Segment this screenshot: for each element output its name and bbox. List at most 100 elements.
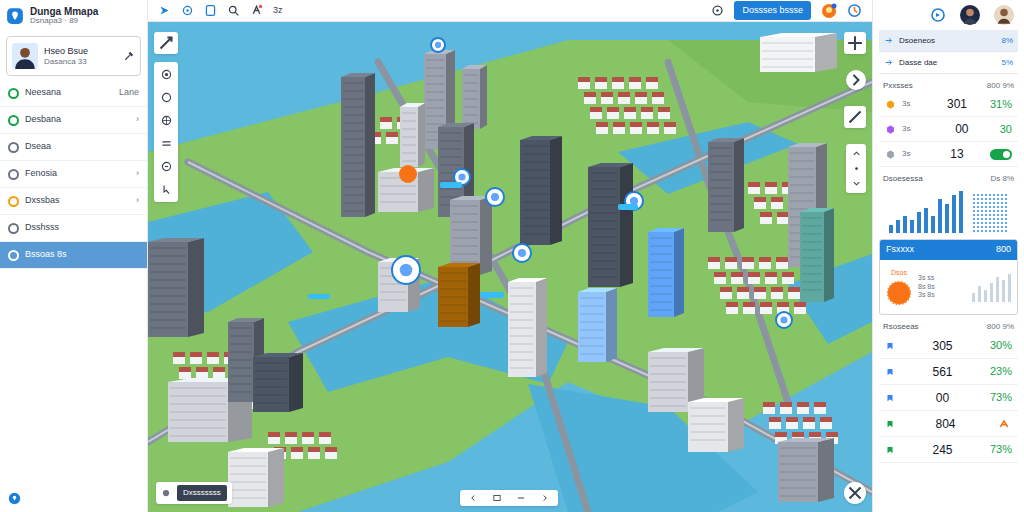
minus-icon[interactable] — [516, 493, 526, 503]
zoom-control — [846, 144, 866, 193]
prev-icon[interactable] — [468, 493, 478, 503]
app-header: Dunga MmapaDsnapa3 · 89 — [0, 0, 147, 32]
sidebar-item[interactable]: Desbana› — [0, 107, 147, 134]
ranking-pct: 73% — [990, 441, 1012, 458]
map-canvas[interactable]: Dxsssssss — [148, 22, 872, 512]
user-name: Hseo Bsue — [44, 46, 117, 56]
card-lines: 3s ss8s 8s3s 8s — [918, 274, 935, 299]
stat-icon — [885, 124, 896, 135]
route-marker-icon — [308, 294, 330, 299]
draw-icon[interactable] — [844, 106, 866, 128]
stat-value: 13 — [930, 145, 984, 163]
sidebar-item[interactable]: Bssoas 8s — [0, 242, 147, 269]
user-avatar-icon[interactable] — [994, 5, 1014, 25]
layers-icon[interactable] — [160, 137, 173, 150]
next-icon[interactable] — [846, 70, 866, 90]
stat-toggle[interactable] — [990, 149, 1012, 160]
app-subtitle: Dsnapa3 · 89 — [30, 17, 98, 26]
zoom-out-icon[interactable] — [851, 178, 862, 189]
arrow-icon — [884, 58, 893, 67]
stat-label: 3s — [902, 98, 924, 110]
globe-icon[interactable] — [160, 114, 173, 127]
map-pin-icon[interactable] — [431, 38, 445, 52]
avatar-icon[interactable] — [12, 43, 38, 69]
primary-button[interactable]: Dossses bssse — [734, 1, 811, 21]
sidebar-label: Dseaa — [25, 140, 139, 154]
map-search-chip[interactable]: Dxsssssss — [156, 482, 232, 504]
chart-bar — [952, 195, 956, 233]
sidebar-item[interactable]: Dxssbas› — [0, 188, 147, 215]
stat-row: 3s13 — [879, 142, 1018, 167]
help-icon[interactable] — [8, 492, 21, 505]
close-icon[interactable] — [844, 482, 866, 504]
measure-icon[interactable] — [160, 160, 173, 173]
chart-bars — [889, 187, 968, 233]
ranking-pct: 23% — [990, 363, 1012, 380]
map-pin-icon[interactable] — [392, 256, 420, 284]
circle-icon[interactable] — [160, 91, 173, 104]
meter-bar — [1002, 280, 1005, 302]
sidebar-item[interactable]: Dseaa — [0, 134, 147, 161]
stat-icon — [885, 99, 896, 110]
user-avatar-icon[interactable] — [960, 5, 980, 25]
profile-card[interactable]: Hseo BsueDasanca 33 — [6, 36, 141, 76]
orange-pin-icon[interactable] — [399, 165, 417, 183]
main-area: 3zDossses bssse — [148, 0, 872, 512]
stat-pct: 31% — [990, 96, 1012, 113]
map-pin-icon[interactable] — [513, 244, 531, 262]
refresh-icon[interactable] — [930, 7, 946, 23]
navigate-icon[interactable] — [158, 4, 171, 17]
stat-row: 3s30131% — [879, 92, 1018, 117]
filter-label: Dsoeneos — [899, 35, 995, 47]
sidebar-list: NeesanaLaneDesbana› Dseaa Fenosia›Dxssbas›… — [0, 80, 147, 269]
layers-icon[interactable] — [204, 4, 217, 17]
filter-value: 5% — [1001, 57, 1013, 69]
stat-icon — [885, 149, 896, 160]
focus-icon[interactable] — [160, 68, 173, 81]
map-pin-icon[interactable] — [486, 188, 504, 206]
target-icon[interactable] — [181, 4, 194, 17]
ranking-icon — [885, 341, 895, 351]
pointer-icon[interactable] — [160, 183, 173, 196]
add-icon[interactable] — [844, 32, 866, 54]
city-map[interactable] — [148, 22, 872, 512]
frame-icon[interactable] — [492, 493, 502, 503]
map-pin-icon[interactable] — [776, 312, 792, 328]
logo-icon[interactable] — [6, 7, 24, 25]
zoom-in-icon[interactable] — [851, 148, 862, 159]
map-tools — [154, 32, 178, 202]
meter-bar — [1008, 274, 1011, 302]
meter-bar — [984, 290, 987, 302]
section-value: Ds 8% — [990, 173, 1014, 185]
chart-bar — [896, 220, 900, 233]
chart-bar — [910, 220, 914, 233]
sidebar-item[interactable]: Fenosia› — [0, 161, 147, 188]
forward-icon[interactable] — [540, 493, 550, 503]
route-marker-icon — [480, 292, 504, 298]
trend-icon — [996, 418, 1012, 430]
stat-pct: 30 — [1000, 121, 1012, 138]
filter-row[interactable]: Dasse dae 5% — [879, 52, 1018, 74]
search-icon[interactable] — [227, 4, 240, 17]
tool-icon[interactable] — [123, 50, 135, 62]
sidebar-item[interactable]: NeesanaLane — [0, 80, 147, 107]
zoom-dot-icon[interactable] — [851, 163, 862, 174]
alert-icon[interactable] — [250, 4, 263, 17]
sidebar-trail: › — [136, 167, 139, 181]
item-status-icon — [8, 88, 19, 99]
ranking-row: 24573% — [879, 437, 1018, 463]
ranking-value: 561 — [901, 363, 984, 381]
expand-icon[interactable] — [154, 32, 178, 54]
filter-label: Dasse dae — [899, 57, 995, 69]
profile-text: Hseo BsueDasanca 33 — [44, 46, 117, 66]
pin-icon — [161, 488, 171, 498]
sidebar-trail: › — [136, 194, 139, 208]
filter-row[interactable]: Dsoeneos8% — [879, 30, 1018, 52]
sidebar-item[interactable]: Dsshsss — [0, 215, 147, 242]
ranking-icon — [885, 419, 895, 429]
history-icon[interactable] — [847, 3, 862, 18]
notification-icon[interactable] — [821, 3, 837, 19]
map-controls — [844, 32, 866, 193]
location-icon[interactable] — [711, 4, 724, 17]
section-header: Pxxsses800 9% — [879, 80, 1018, 92]
